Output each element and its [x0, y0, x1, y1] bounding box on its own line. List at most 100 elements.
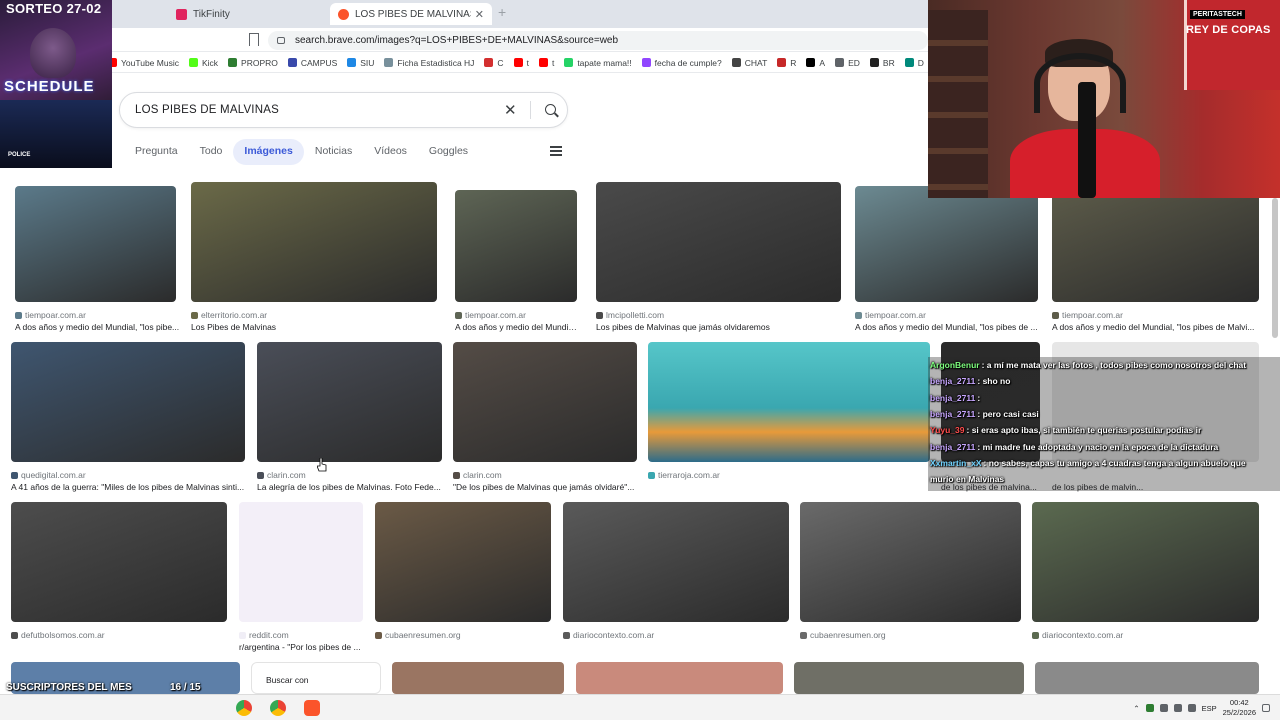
result-source[interactable]: quedigital.com.ar [11, 470, 86, 480]
result-title[interactable]: Los pibes de Malvinas que jamás olvidare… [596, 322, 845, 332]
bookmark-item[interactable]: Kick [188, 58, 218, 68]
bookmark-item[interactable]: t [538, 58, 554, 68]
bookmark-item[interactable]: CHAT [731, 58, 767, 68]
result-source[interactable]: diariocontexto.com.ar [563, 630, 654, 640]
new-tab-icon[interactable]: + [498, 4, 506, 20]
image-result-thumbnail[interactable] [563, 502, 789, 622]
tab-brave-search[interactable]: LOS PIBES DE MALVINAS - Brave ✕ [330, 3, 492, 25]
result-title[interactable]: Los Pibes de Malvinas [191, 322, 441, 332]
image-result-thumbnail[interactable] [191, 182, 437, 302]
result-source[interactable]: tiempoar.com.ar [15, 310, 86, 320]
bookmark-item[interactable]: YouTube Music [108, 58, 179, 68]
tab-goggles[interactable]: Goggles [418, 139, 479, 165]
result-title[interactable]: A dos años y medio del Mundial, "los pib… [1052, 322, 1263, 332]
bookmark-item[interactable]: ED [835, 58, 860, 68]
image-result-thumbnail[interactable] [1035, 662, 1259, 694]
image-result-thumbnail[interactable] [596, 182, 841, 302]
image-result-thumbnail[interactable] [800, 502, 1021, 622]
image-result-thumbnail[interactable] [11, 502, 227, 622]
image-result-thumbnail[interactable] [648, 342, 930, 462]
image-result-thumbnail[interactable] [392, 662, 564, 694]
bookmark-icon[interactable] [249, 33, 259, 46]
chrome-icon[interactable] [236, 700, 252, 716]
bookmark-item[interactable]: C [484, 58, 504, 68]
url-field[interactable]: search.brave.com/images?q=LOS+PIBES+DE+M… [268, 31, 928, 50]
bookmark-item[interactable]: A [806, 58, 825, 68]
image-result-thumbnail[interactable] [1052, 186, 1259, 302]
site-favicon-icon [855, 311, 862, 319]
image-result-thumbnail[interactable] [453, 342, 637, 462]
tab-todo[interactable]: Todo [189, 139, 234, 165]
bookmark-label: Ficha Estadistica HJ [397, 57, 475, 68]
search-icon[interactable] [545, 104, 556, 115]
filter-settings-icon[interactable] [550, 145, 562, 157]
result-title[interactable]: A 41 años de la guerra: "Miles de los pi… [11, 482, 249, 492]
image-result-thumbnail[interactable] [855, 186, 1038, 302]
battery-icon[interactable] [1173, 704, 1182, 712]
image-result-thumbnail[interactable] [576, 662, 783, 694]
bookmark-item[interactable]: BR [869, 58, 895, 68]
bookmark-item[interactable]: SIU [347, 58, 374, 68]
language-indicator[interactable]: ESP [1202, 704, 1217, 713]
bookmark-item[interactable]: fecha de cumple? [641, 58, 722, 68]
brave-icon[interactable] [304, 700, 320, 716]
result-source[interactable]: clarin.com [453, 470, 502, 480]
result-source[interactable]: tiempoar.com.ar [855, 310, 926, 320]
result-title[interactable]: A dos años y medio del Mundial, "los pib… [855, 322, 1042, 332]
result-source[interactable]: diariocontexto.com.ar [1032, 630, 1123, 640]
site-info-icon[interactable] [277, 37, 285, 44]
source-domain: diariocontexto.com.ar [1042, 630, 1124, 640]
tab-pregunta[interactable]: Pregunta [124, 139, 189, 165]
bookmark-item[interactable]: R [777, 58, 796, 68]
tab-noticias[interactable]: Noticias [304, 139, 363, 165]
webcam-feed: PERITASTECH REY DE COPAS [928, 0, 1280, 198]
result-source[interactable]: defutbolsomos.com.ar [11, 630, 105, 640]
network-icon[interactable] [1159, 704, 1168, 712]
bookmark-item[interactable]: D [904, 58, 924, 68]
result-title[interactable]: A dos años y medio del Mundial, ... [455, 322, 581, 332]
bookmark-item[interactable]: CAMPUS [287, 58, 337, 68]
image-result-thumbnail[interactable] [11, 342, 245, 462]
result-source[interactable]: clarin.com [257, 470, 306, 480]
result-source[interactable]: tiempoar.com.ar [1052, 310, 1123, 320]
site-favicon-icon [800, 631, 807, 639]
clear-icon[interactable]: ✕ [504, 101, 517, 119]
tab-tikfinity[interactable]: TikFinity [168, 3, 328, 25]
app-tray-icon[interactable] [1145, 704, 1154, 712]
bookmark-item[interactable]: PROPRO [228, 58, 278, 68]
tab-imágenes[interactable]: Imágenes [233, 139, 304, 165]
image-result-thumbnail[interactable] [455, 190, 577, 302]
volume-icon[interactable] [1187, 704, 1196, 712]
image-result-thumbnail[interactable] [375, 502, 551, 622]
bookmark-item[interactable]: Ficha Estadistica HJ [384, 58, 474, 68]
search-input[interactable]: LOS PIBES DE MALVINAS [135, 104, 279, 116]
result-title[interactable]: "De los pibes de Malvinas que jamás olvi… [453, 482, 641, 492]
image-result-thumbnail[interactable] [1032, 502, 1259, 622]
result-source[interactable]: cubaenresumen.org [800, 630, 886, 640]
result-title[interactable]: La alegría de los pibes de Malvinas. Fot… [257, 482, 446, 492]
image-result-thumbnail[interactable] [794, 662, 1024, 694]
buscar-con-panel[interactable]: Buscar con [251, 662, 381, 694]
result-source[interactable]: cubaenresumen.org [375, 630, 461, 640]
notifications-icon[interactable] [1262, 704, 1270, 712]
promo-schedule: SCHEDULE [4, 78, 95, 95]
result-source[interactable]: tierraroja.com.ar [648, 470, 720, 480]
bookmark-item[interactable]: tapate mama!! [564, 58, 632, 68]
result-source[interactable]: elterritorio.com.ar [191, 310, 267, 320]
chevron-up-icon[interactable]: ⌃ [1133, 704, 1139, 713]
image-result-thumbnail[interactable] [15, 186, 176, 302]
image-result-thumbnail[interactable] [239, 502, 363, 622]
result-source[interactable]: reddit.com [239, 630, 289, 640]
result-source[interactable]: lmcipolletti.com [596, 310, 664, 320]
result-title[interactable]: A dos años y medio del Mundial, "los pib… [15, 322, 180, 332]
result-source[interactable]: tiempoar.com.ar [455, 310, 526, 320]
chrome-icon[interactable] [270, 700, 286, 716]
result-title[interactable]: r/argentina - "Por los pibes de ... [239, 642, 367, 652]
tab-vídeos[interactable]: Vídeos [363, 139, 418, 165]
page-scrollbar[interactable] [1272, 198, 1278, 338]
bookmark-item[interactable]: t [513, 58, 529, 68]
search-box[interactable]: LOS PIBES DE MALVINAS ✕ [119, 92, 568, 128]
close-tab-icon[interactable]: ✕ [475, 8, 484, 21]
clock[interactable]: 00:42 25/2/2026 [1223, 698, 1256, 718]
image-result-thumbnail[interactable] [257, 342, 442, 462]
